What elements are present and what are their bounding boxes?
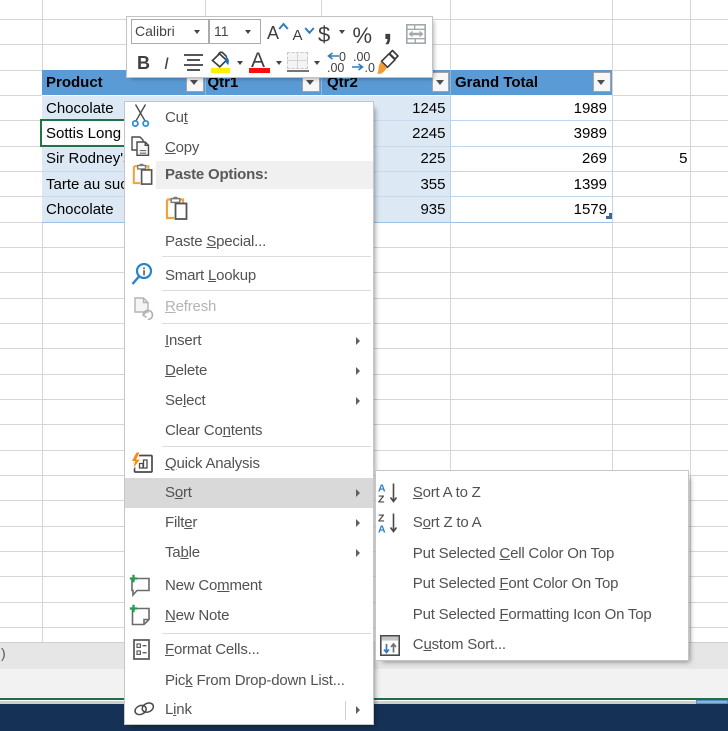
svg-text:Z: Z [378, 494, 385, 506]
svg-text:A: A [378, 524, 386, 536]
